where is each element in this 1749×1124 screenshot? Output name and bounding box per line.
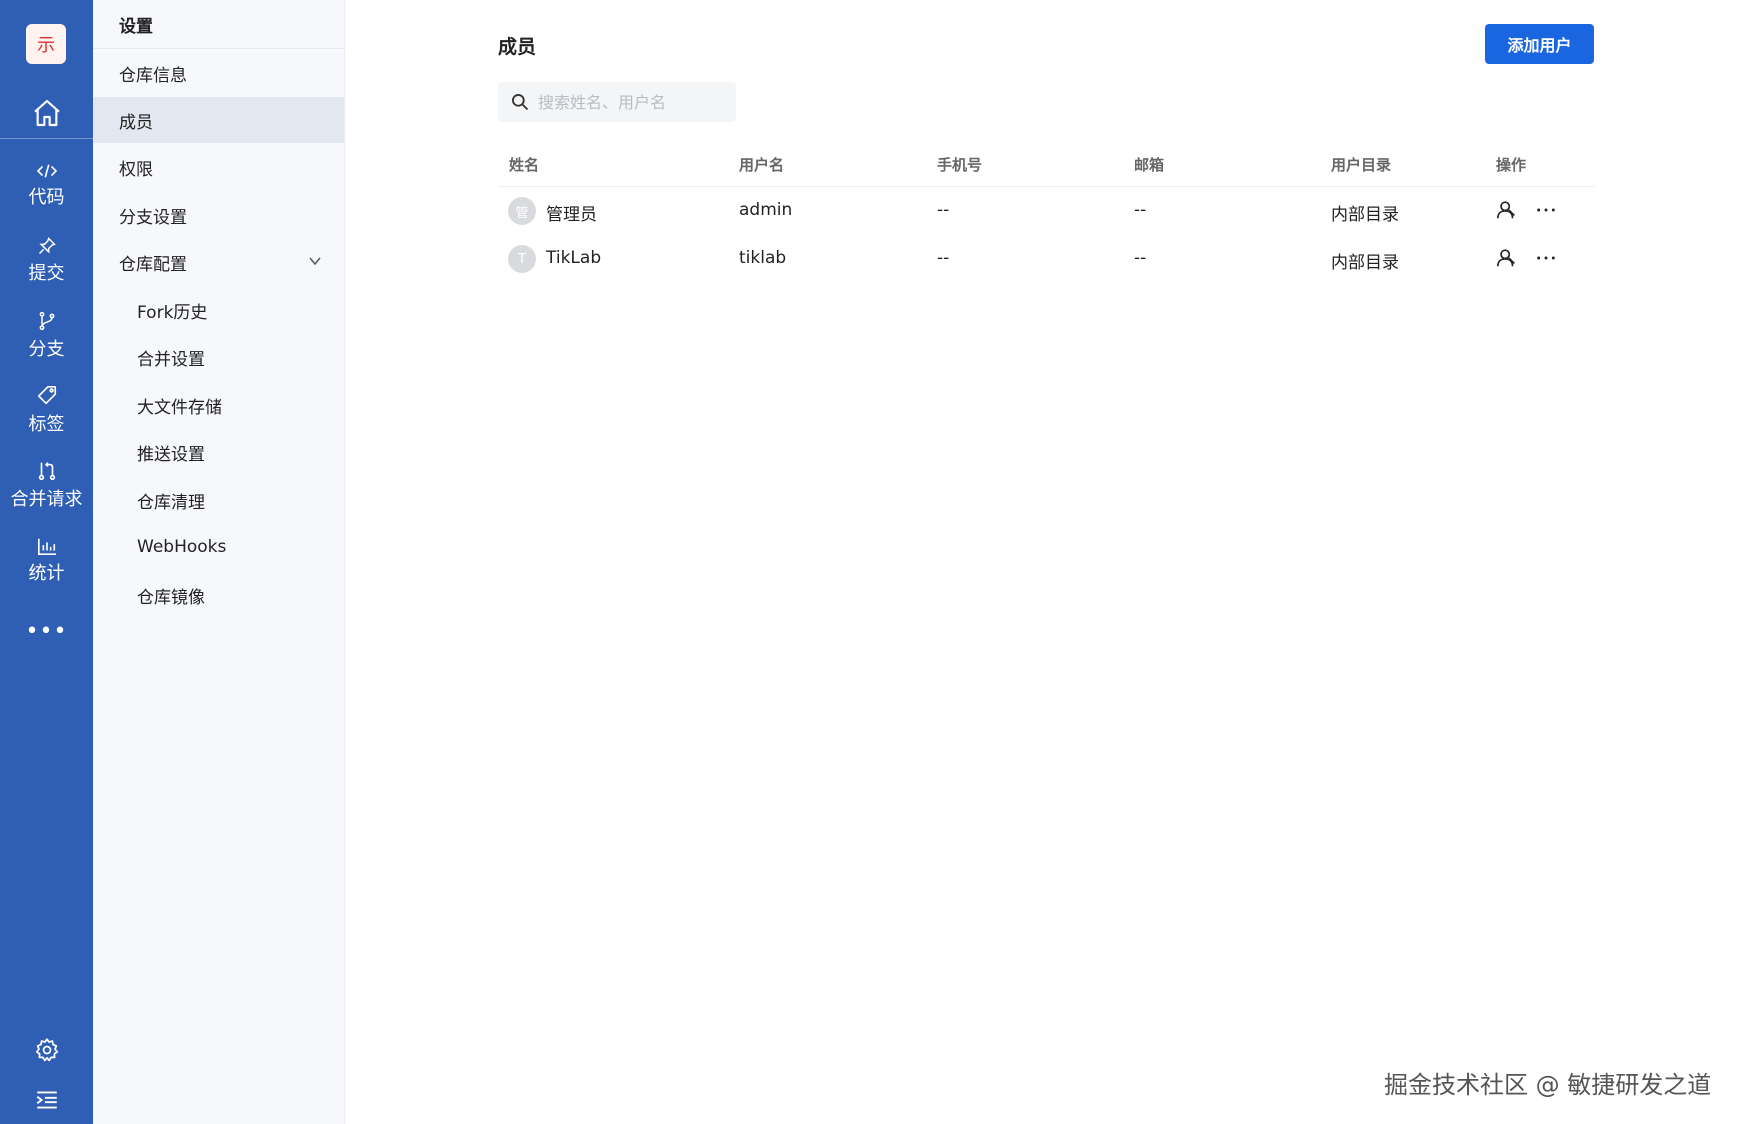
rail-item-merge-requests[interactable]: 合并请求 [0, 450, 93, 520]
column-header: 用户目录 [1331, 156, 1392, 174]
menu-item-repo-config[interactable]: 仓库配置 [93, 239, 344, 285]
pin-icon [38, 236, 56, 254]
settings-menu-title: 设置 [119, 17, 153, 37]
menu-item-label: 分支设置 [119, 207, 187, 228]
add-user-button[interactable]: 添加用户 [1485, 24, 1594, 64]
menu-item-members[interactable]: 成员 [93, 97, 344, 143]
gear-icon [35, 1038, 58, 1062]
rail-item-label: 合并请求 [10, 488, 83, 510]
rail-item-label: 分支 [28, 338, 65, 360]
menu-item-label: Fork历史 [137, 302, 208, 323]
menu-item-label: 权限 [119, 159, 153, 180]
merge-request-icon [38, 461, 55, 480]
menu-item-label: 仓库信息 [119, 65, 187, 86]
watermark: 掘金技术社区 @ 敏捷研发之道 [1384, 1071, 1712, 1099]
menu-item-label: 仓库配置 [119, 254, 187, 275]
table-header: 姓名 用户名 手机号 邮箱 用户目录 操作 [498, 144, 1595, 187]
rail-item-label: 提交 [28, 262, 65, 284]
rail-item-commits[interactable]: 提交 [0, 225, 93, 295]
menu-item-repo-mirror[interactable]: 仓库镜像 [93, 572, 344, 618]
user-role-icon[interactable] [1496, 247, 1518, 269]
menu-item-label: WebHooks [137, 537, 227, 557]
column-header: 用户名 [739, 156, 785, 174]
member-directory: 内部目录 [1331, 205, 1399, 225]
search-box [498, 82, 736, 122]
menu-item-repo-info[interactable]: 仓库信息 [93, 50, 344, 96]
chart-icon [37, 538, 56, 555]
member-name: TikLab [546, 248, 602, 268]
branch-icon [39, 311, 54, 330]
menu-item-push-settings[interactable]: 推送设置 [93, 429, 344, 475]
column-header: 邮箱 [1134, 156, 1165, 174]
table-row: 管 管理员 admin -- -- 内部目录 [498, 187, 1595, 235]
search-input[interactable] [536, 91, 730, 113]
members-table: 姓名 用户名 手机号 邮箱 用户目录 操作 管 管理员 admin -- -- … [498, 144, 1595, 283]
user-role-icon[interactable] [1496, 199, 1518, 221]
member-username: admin [739, 200, 793, 220]
more-icon[interactable]: ••• [0, 613, 93, 649]
page-title: 成员 [498, 36, 537, 58]
menu-item-repo-cleanup[interactable]: 仓库清理 [93, 477, 344, 523]
column-header: 手机号 [937, 156, 983, 174]
rail-item-branches[interactable]: 分支 [0, 300, 93, 370]
menu-item-merge-settings[interactable]: 合并设置 [93, 334, 344, 380]
menu-item-label: 仓库清理 [137, 492, 205, 513]
member-phone: -- [937, 200, 950, 220]
home-icon [33, 99, 60, 127]
member-username: tiklab [739, 248, 787, 268]
member-name: 管理员 [546, 205, 597, 225]
more-actions-icon[interactable] [1535, 199, 1557, 221]
menu-item-label: 大文件存储 [137, 397, 222, 418]
menu-item-webhooks[interactable]: WebHooks [93, 524, 344, 570]
settings-menu: 设置 仓库信息 成员 权限 分支设置 仓库配置 Fork历史 合并设置 大文件存… [93, 0, 345, 1124]
menu-item-fork-history[interactable]: Fork历史 [93, 287, 344, 333]
rail-item-label: 代码 [28, 186, 65, 208]
avatar: 管 [508, 197, 536, 225]
repo-logo[interactable]: 示 [26, 24, 66, 64]
rail-divider [0, 138, 93, 139]
menu-item-label: 仓库镜像 [137, 587, 205, 608]
home-button[interactable] [0, 88, 93, 138]
column-header: 操作 [1496, 156, 1527, 174]
rail-item-label: 统计 [28, 562, 65, 584]
menu-item-large-file-storage[interactable]: 大文件存储 [93, 382, 344, 428]
collapse-menu-icon [36, 1091, 57, 1109]
rail-item-label: 标签 [28, 413, 65, 435]
member-phone: -- [937, 248, 950, 268]
code-icon [36, 163, 57, 178]
menu-item-label: 成员 [119, 112, 153, 133]
menu-item-label: 推送设置 [137, 444, 205, 465]
menu-item-permissions[interactable]: 权限 [93, 144, 344, 190]
menu-item-label: 合并设置 [137, 349, 205, 370]
table-row: T TikLab tiklab -- -- 内部目录 [498, 235, 1595, 283]
menu-item-branch-settings[interactable]: 分支设置 [93, 192, 344, 238]
divider [93, 48, 344, 49]
rail-item-tags[interactable]: 标签 [0, 375, 93, 445]
tag-icon [37, 385, 56, 404]
search-icon [512, 94, 529, 111]
chevron-down-icon [309, 257, 321, 266]
collapse-menu-button[interactable] [0, 1080, 93, 1120]
left-rail: 示 代码 提交 分支 标签 合并请求 统计 ••• [0, 0, 93, 1124]
repo-logo-text: 示 [37, 35, 55, 56]
column-header: 姓名 [509, 156, 540, 174]
member-directory: 内部目录 [1331, 253, 1399, 273]
avatar: T [508, 245, 536, 273]
settings-button[interactable] [0, 1030, 93, 1070]
member-email: -- [1134, 200, 1147, 220]
more-actions-icon[interactable] [1535, 247, 1557, 269]
rail-item-statistics[interactable]: 统计 [0, 525, 93, 595]
member-email: -- [1134, 248, 1147, 268]
rail-item-code[interactable]: 代码 [0, 150, 93, 220]
